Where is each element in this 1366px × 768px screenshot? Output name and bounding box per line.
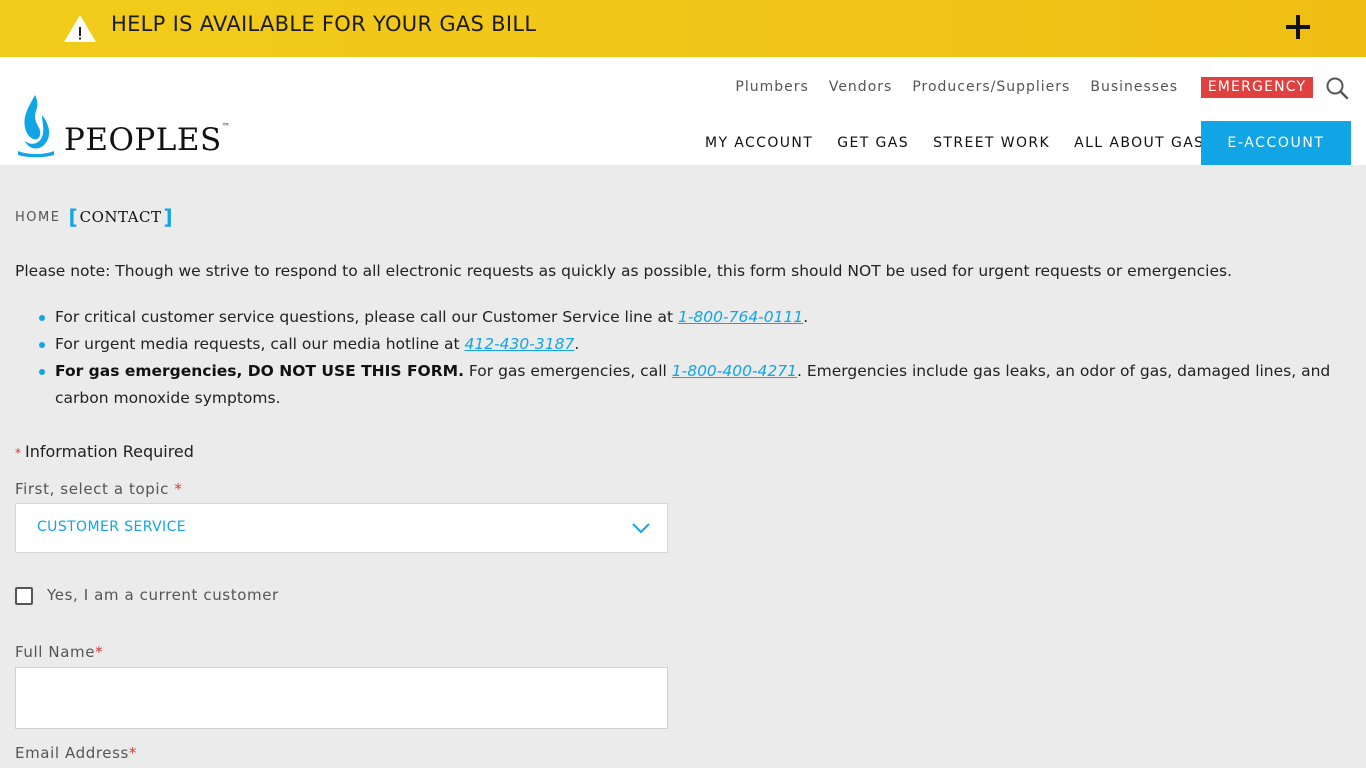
full-name-input[interactable] <box>15 667 668 729</box>
alert-text: HELP IS AVAILABLE FOR YOUR GAS BILL <box>111 12 537 36</box>
util-nav-businesses[interactable]: Businesses <box>1090 79 1178 95</box>
required-note: * Information Required <box>15 442 194 461</box>
topic-select[interactable]: CUSTOMER SERVICE <box>15 503 668 553</box>
breadcrumb: HOME [ CONTACT ] <box>15 205 175 229</box>
brand-name: PEOPLES™ <box>64 122 231 158</box>
full-name-label: Full Name* <box>15 643 104 661</box>
nav-my-account[interactable]: MY ACCOUNT <box>705 135 813 151</box>
page-note: Please note: Though we strive to respond… <box>15 262 1232 280</box>
util-nav-producers-suppliers[interactable]: Producers/Suppliers <box>912 79 1070 95</box>
list-item: For gas emergencies, DO NOT USE THIS FOR… <box>38 358 1338 412</box>
bracket-left: [ <box>68 205 78 229</box>
current-customer-checkbox[interactable] <box>15 587 33 605</box>
list-item: For critical customer service questions,… <box>38 304 1338 331</box>
current-customer-label[interactable]: Yes, I am a current customer <box>47 586 279 604</box>
util-nav-vendors[interactable]: Vendors <box>829 79 892 95</box>
breadcrumb-current: CONTACT <box>79 208 162 226</box>
list-item: For urgent media requests, call our medi… <box>38 331 1338 358</box>
search-icon[interactable] <box>1325 76 1349 100</box>
site-header: PEOPLES™ Plumbers Vendors Producers/Supp… <box>0 57 1366 165</box>
emergency-phone-link[interactable]: 1-800-400-4271 <box>672 362 797 380</box>
alert-banner: HELP IS AVAILABLE FOR YOUR GAS BILL <box>0 0 1366 57</box>
flame-icon <box>18 95 54 158</box>
nav-all-about-gas[interactable]: ALL ABOUT GAS <box>1074 135 1204 151</box>
media-hotline-phone-link[interactable]: 412-430-3187 <box>465 335 575 353</box>
peoples-logo[interactable]: PEOPLES™ <box>16 93 230 159</box>
topic-selected-value: CUSTOMER SERVICE <box>37 519 187 535</box>
nav-street-work[interactable]: STREET WORK <box>933 135 1050 151</box>
topic-label: First, select a topic * <box>15 480 183 498</box>
chevron-down-icon <box>632 523 650 534</box>
e-account-button[interactable]: E-ACCOUNT <box>1201 121 1351 165</box>
nav-get-gas[interactable]: GET GAS <box>837 135 909 151</box>
breadcrumb-home[interactable]: HOME <box>15 210 60 225</box>
main-nav: MY ACCOUNT GET GAS STREET WORK ALL ABOUT… <box>705 135 1204 151</box>
customer-service-phone-link[interactable]: 1-800-764-0111 <box>678 308 803 326</box>
plus-icon[interactable] <box>1284 13 1312 41</box>
warning-icon <box>64 15 96 42</box>
required-star: * <box>15 446 21 460</box>
utility-nav: Plumbers Vendors Producers/Suppliers Bus… <box>735 79 1178 95</box>
emergency-button[interactable]: EMERGENCY <box>1201 77 1313 98</box>
util-nav-plumbers[interactable]: Plumbers <box>735 79 808 95</box>
email-label: Email Address* <box>15 744 138 762</box>
contact-info-list: For critical customer service questions,… <box>38 304 1338 412</box>
bracket-right: ] <box>163 205 173 229</box>
